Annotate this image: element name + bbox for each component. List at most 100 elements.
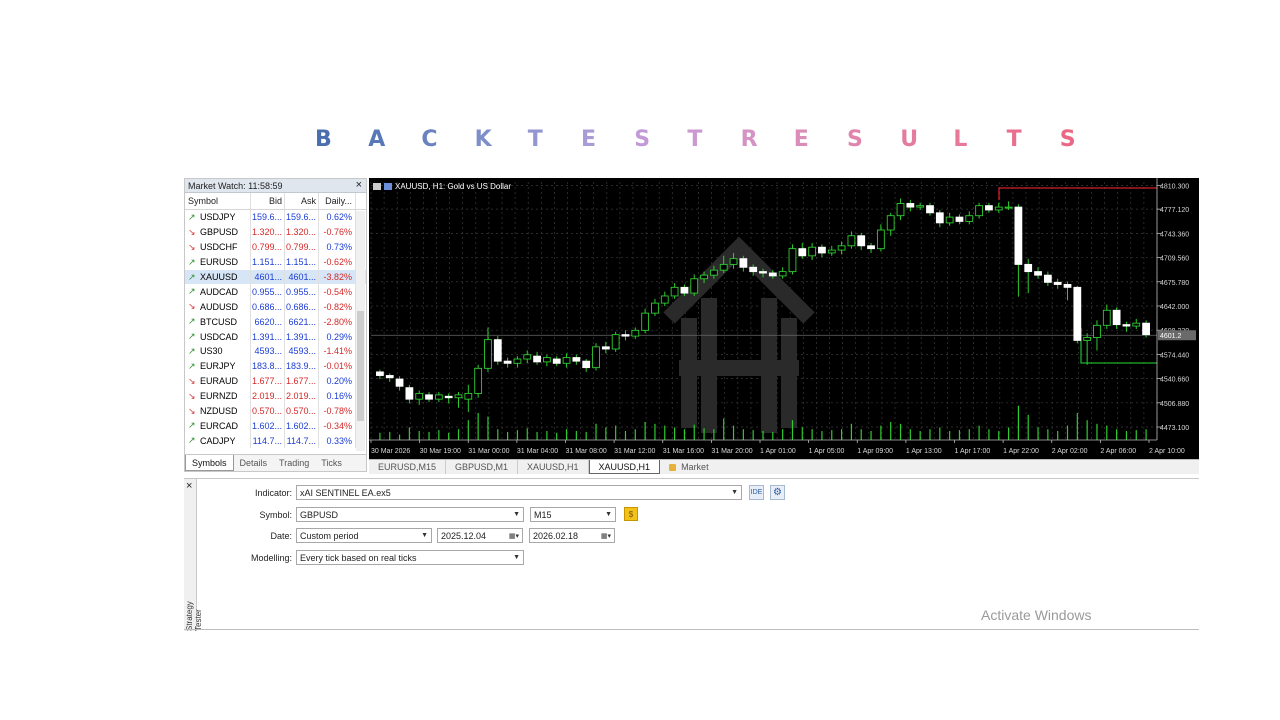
candle-body (474, 367, 483, 394)
chart-tab-xauusd-h1[interactable]: XAUUSD,H1 (518, 460, 589, 474)
scrollbar[interactable] (356, 211, 365, 451)
candle-body (739, 258, 748, 268)
daily-change-cell: 0.29% (319, 329, 356, 345)
current-price-label: 4601.2 (1160, 333, 1182, 340)
candle-body (896, 203, 905, 217)
candle-body (493, 339, 502, 362)
candle-body (975, 205, 983, 217)
x-tick-label: 2 Apr 10:00 (1149, 448, 1185, 455)
x-tick-label: 1 Apr 05:00 (809, 448, 845, 455)
scrollbar-thumb[interactable] (357, 311, 364, 421)
table-row[interactable]: ↘ EURAUD 1.677... 1.677... 0.20% (185, 373, 366, 389)
candle-body (582, 360, 591, 369)
chart-tab-eurusd-m15[interactable]: EURUSD,M15 (369, 460, 447, 474)
arrow-down-icon: ↘ (188, 405, 196, 416)
date-mode-select[interactable]: Custom period ▼ (296, 528, 432, 543)
column-header-daily[interactable]: Daily... (319, 193, 356, 209)
table-row[interactable]: ↗ BTCUSD 6620... 6621... -2.80% (185, 314, 366, 330)
symbol-cell: ↘ EURAUD (185, 373, 251, 389)
table-row[interactable]: ↗ USDCAD 1.391... 1.391... 0.29% (185, 329, 366, 345)
bid-cell: 0.955... (251, 284, 285, 300)
symbol-cell: ↗ BTCUSD (185, 314, 251, 330)
column-header-bid[interactable]: Bid (251, 193, 285, 209)
chevron-down-icon: ▼ (421, 532, 428, 539)
symbol-select[interactable]: GBPUSD ▼ (296, 507, 524, 522)
symbol-properties-button[interactable]: $ (624, 507, 638, 521)
ide-button[interactable]: IDE (749, 485, 764, 500)
date-from-value: 2025.12.04 (441, 530, 487, 541)
x-tick-label: 31 Mar 08:00 (566, 448, 607, 455)
symbol-cell: ↗ EURJPY (185, 358, 251, 374)
table-row[interactable]: ↗ EURJPY 183.8... 183.9... -0.01% (185, 358, 366, 374)
candle-body (464, 392, 473, 400)
candle-body (405, 387, 414, 400)
candle-body (1093, 324, 1101, 338)
candle-body (601, 346, 610, 350)
table-row[interactable]: ↗ USDJPY 159.6... 159.6... 0.62% (185, 210, 366, 225)
date-to-field[interactable]: 2026.02.18 ▦▾ (529, 528, 615, 543)
table-row[interactable]: ↘ USDCHF 0.799... 0.799... 0.73% (185, 239, 366, 255)
chart-tab-gbpusd-m1[interactable]: GBPUSD,M1 (446, 460, 519, 474)
column-header-symbol[interactable]: Symbol (185, 193, 251, 209)
chevron-down-icon: ▼ (513, 511, 520, 518)
close-icon[interactable]: × (186, 480, 192, 492)
arrow-down-icon: ↘ (188, 301, 196, 312)
candle-body (513, 358, 522, 364)
x-tick-label: 30 Mar 19:00 (420, 448, 461, 455)
arrow-up-icon: ↗ (188, 435, 196, 446)
page-heading: BACKTESTRESULTS (296, 127, 1096, 157)
candle-body (484, 339, 492, 369)
tab-symbols[interactable]: Symbols (185, 455, 234, 471)
tab-trading[interactable]: Trading (273, 455, 315, 471)
chevron-down-icon: ▼ (513, 554, 520, 561)
chart-tab-market[interactable]: Market (660, 460, 718, 474)
price-chart[interactable]: 4810.300 4777.120 4743.360 4709.560 4675.780… (369, 178, 1199, 460)
heading-letter: C (421, 127, 438, 152)
symbol-cell: ↗ CADJPY (185, 433, 251, 449)
column-header-ask[interactable]: Ask (285, 193, 319, 209)
x-tick-label: 1 Apr 17:00 (955, 448, 991, 455)
date-to-value: 2026.02.18 (533, 530, 579, 541)
bid-cell: 1.151... (251, 254, 285, 270)
table-row[interactable]: ↗ EURUSD 1.151... 1.151... -0.62% (185, 254, 366, 270)
tab-details[interactable]: Details (234, 455, 274, 471)
modelling-select[interactable]: Every tick based on real ticks ▼ (296, 550, 524, 565)
chart-tab-xauusd-h1-active[interactable]: XAUUSD,H1 (588, 460, 661, 474)
table-row[interactable]: ↘ EURNZD 2.019... 2.019... 0.16% (185, 388, 366, 404)
tester-bottom-border (184, 629, 1199, 630)
symbol-name: USDCAD (200, 331, 239, 342)
bid-cell: 4593... (251, 344, 285, 359)
candle-body (916, 205, 925, 208)
candle-body (965, 215, 974, 222)
candle-body (454, 394, 463, 399)
heading-letter: R (740, 127, 758, 152)
symbol-name: NZDUSD (200, 406, 238, 417)
table-row[interactable]: ↘ NZDUSD 0.570... 0.570... -0.78% (185, 403, 366, 419)
date-from-field[interactable]: 2025.12.04 ▦▾ (437, 528, 523, 543)
close-icon[interactable]: × (356, 179, 362, 191)
table-row[interactable]: ↘ AUDUSD 0.686... 0.686... -0.82% (185, 299, 366, 315)
chart-canvas[interactable]: 4810.300 4777.120 4743.360 4709.560 4675.780… (369, 178, 1199, 460)
table-row[interactable]: ↘ GBPUSD 1.320... 1.320... -0.76% (185, 224, 366, 240)
table-row[interactable]: ↗ AUDCAD 0.955... 0.955... -0.54% (185, 284, 366, 300)
daily-change-cell: -2.80% (319, 314, 356, 330)
trade-level-line (998, 187, 1157, 200)
table-row[interactable]: ↗ US30 4593... 4593... -1.41% (185, 344, 366, 359)
x-tick-label: 1 Apr 09:00 (857, 448, 893, 455)
chart-symbol-icon (384, 183, 392, 190)
bid-cell: 1.391... (251, 329, 285, 345)
candle-body (886, 215, 895, 231)
symbol-cell: ↗ EURCAD (185, 418, 251, 434)
ask-cell: 0.799... (285, 239, 319, 255)
indicator-select[interactable]: xAI SENTINEL EA.ex5 ▼ (296, 485, 742, 500)
bid-cell: 0.799... (251, 239, 285, 255)
watermark-logo-icon (663, 236, 815, 433)
candle-body (523, 354, 532, 360)
settings-button[interactable]: ⚙ (770, 485, 785, 500)
table-row[interactable]: ↗ XAUUSD 4601... 4601... -3.82% (185, 269, 366, 285)
table-row[interactable]: ↗ EURCAD 1.602... 1.602... -0.34% (185, 418, 366, 434)
table-row[interactable]: ↗ CADJPY 114.7... 114.7... 0.33% (185, 433, 366, 449)
tab-ticks[interactable]: Ticks (315, 455, 348, 471)
candle-body (1024, 263, 1033, 273)
timeframe-select[interactable]: M15 ▼ (530, 507, 616, 522)
